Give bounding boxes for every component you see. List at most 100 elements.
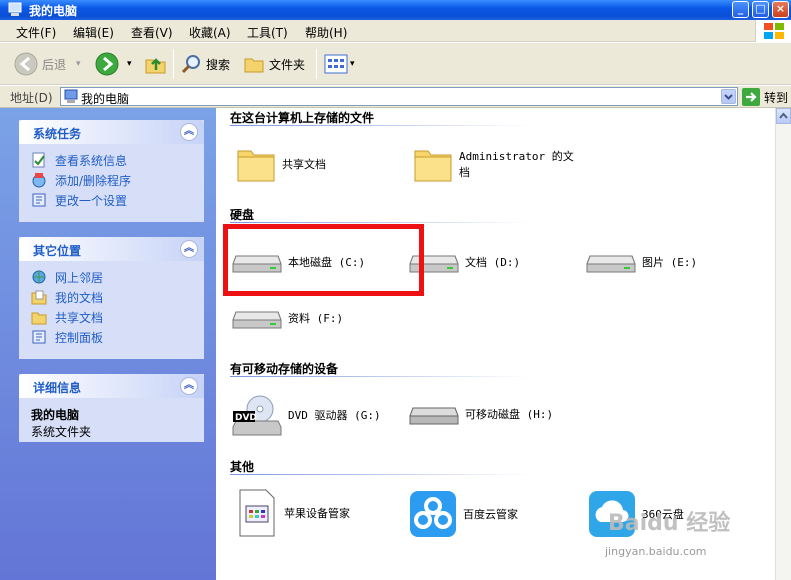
- folders-button[interactable]: 文件夹: [243, 51, 305, 77]
- details-subtitle: 系统文件夹: [31, 425, 92, 439]
- panel-title: 系统任务: [33, 127, 82, 141]
- place-my-documents[interactable]: 我的文档: [31, 287, 204, 307]
- task-pane: 系统任务 ︽ 查看系统信息 添加/删除程序 更改一个设置 其它位置 ︽ 网上邻居…: [0, 108, 216, 580]
- go-arrow-icon: [742, 88, 760, 106]
- apple-device-manager-icon: [239, 489, 275, 537]
- task-change-setting[interactable]: 更改一个设置: [31, 190, 204, 210]
- other-places-panel: 其它位置 ︽ 网上邻居 我的文档 共享文档 控制面板: [19, 237, 204, 359]
- baidu-cloud-item[interactable]: 百度云管家: [409, 490, 518, 538]
- control-panel-icon: [32, 193, 46, 207]
- hard-drive-icon: [586, 255, 636, 273]
- maximize-button[interactable]: □: [752, 1, 769, 18]
- collapse-chevron-icon[interactable]: ︽: [180, 123, 198, 141]
- panel-title: 详细信息: [33, 381, 82, 395]
- dvd-drive-icon: DVD: [232, 395, 282, 436]
- forward-dropdown-icon[interactable]: ▾: [127, 59, 132, 69]
- views-dropdown-icon[interactable]: ▾: [350, 59, 355, 69]
- drive-d-item[interactable]: 文档 (D:): [409, 248, 520, 276]
- dvd-drive-item[interactable]: DVD DVD 驱动器 (G:): [232, 393, 381, 437]
- removable-disk-item[interactable]: 可移动磁盘 (H:): [409, 400, 553, 428]
- section-title-hard-disks: 硬盘: [230, 208, 255, 222]
- menu-favorites[interactable]: 收藏(A): [189, 24, 231, 41]
- item-label: 文档 (D:): [465, 256, 521, 269]
- minimize-button[interactable]: _: [732, 1, 749, 18]
- item-label: DVD 驱动器 (G:): [288, 409, 381, 422]
- apple-device-manager-item[interactable]: 苹果设备管家: [236, 488, 350, 538]
- add-remove-programs-icon: [32, 173, 46, 188]
- folders-icon: [244, 58, 264, 73]
- folder-icon: [414, 150, 452, 182]
- collapse-chevron-icon[interactable]: ︽: [180, 377, 198, 395]
- back-button[interactable]: 后退 ▾: [14, 51, 81, 77]
- item-label: 共享文档: [282, 158, 326, 171]
- search-button[interactable]: 搜索: [180, 51, 230, 77]
- task-view-system-info[interactable]: 查看系统信息: [31, 150, 204, 170]
- menu-bar: 文件(F) 编辑(E) 查看(V) 收藏(A) 工具(T) 帮助(H): [0, 20, 791, 42]
- item-label: 可移动磁盘 (H:): [465, 408, 554, 421]
- vertical-scrollbar[interactable]: [775, 108, 791, 580]
- system-tasks-panel: 系统任务 ︽ 查看系统信息 添加/删除程序 更改一个设置: [19, 120, 204, 222]
- item-label: 苹果设备管家: [284, 507, 350, 520]
- details-panel: 详细信息 ︽ 我的电脑 系统文件夹: [19, 374, 204, 442]
- menu-help[interactable]: 帮助(H): [305, 24, 347, 41]
- shared-folder-icon: [31, 312, 47, 325]
- place-network[interactable]: 网上邻居: [31, 267, 204, 287]
- address-input[interactable]: 我的电脑: [60, 87, 738, 106]
- up-folder-icon: [145, 58, 166, 74]
- drive-e-item[interactable]: 图片 (E:): [586, 248, 697, 276]
- task-label: 更改一个设置: [55, 193, 128, 208]
- views-icon: [324, 54, 348, 74]
- network-places-icon: [32, 270, 46, 284]
- drive-f-item[interactable]: 资料 (F:): [232, 304, 343, 332]
- panel-title: 其它位置: [33, 244, 82, 258]
- place-label: 我的文档: [55, 290, 104, 305]
- my-computer-icon: [64, 89, 78, 103]
- place-label: 网上邻居: [55, 270, 104, 285]
- control-panel-icon: [32, 330, 46, 344]
- task-add-remove-programs[interactable]: 添加/删除程序: [31, 170, 204, 190]
- search-icon: [181, 55, 200, 74]
- place-label: 共享文档: [55, 310, 104, 325]
- address-label: 地址(D): [10, 91, 53, 105]
- collapse-chevron-icon[interactable]: ︽: [180, 240, 198, 258]
- menu-edit[interactable]: 编辑(E): [73, 24, 114, 41]
- task-label: 添加/删除程序: [55, 173, 132, 188]
- item-label: 图片 (E:): [642, 256, 698, 269]
- go-label: 转到: [764, 90, 789, 105]
- administrator-documents-item[interactable]: Administrator 的文档: [413, 145, 574, 183]
- details-name: 我的电脑: [31, 408, 80, 422]
- close-button[interactable]: ×: [772, 1, 789, 18]
- back-dropdown-icon[interactable]: ▾: [76, 59, 81, 69]
- watermark-url: jingyan.baidu.com: [605, 545, 707, 558]
- section-title-removable: 有可移动存储的设备: [230, 362, 339, 376]
- back-arrow-icon: [14, 52, 38, 76]
- address-dropdown-icon[interactable]: [721, 89, 736, 104]
- up-folder-button[interactable]: [144, 51, 168, 77]
- removable-disk-icon: [409, 407, 459, 425]
- windows-logo-icon: [755, 20, 791, 42]
- place-label: 控制面板: [55, 330, 104, 345]
- forward-button[interactable]: ▾: [95, 51, 132, 77]
- svg-text:DVD: DVD: [235, 413, 257, 423]
- my-documents-icon: [31, 290, 47, 305]
- task-label: 查看系统信息: [55, 153, 128, 168]
- go-button[interactable]: 转到: [742, 88, 788, 106]
- baidu-cloud-icon: [410, 491, 456, 537]
- menu-tools[interactable]: 工具(T): [247, 24, 288, 41]
- scroll-up-button[interactable]: [776, 108, 791, 124]
- details-header[interactable]: 详细信息 ︽: [19, 374, 204, 398]
- shared-documents-item[interactable]: 共享文档: [236, 145, 326, 183]
- hard-drive-icon: [232, 311, 282, 329]
- section-title-stored-files: 在这台计算机上存储的文件: [230, 111, 375, 125]
- back-label: 后退: [42, 57, 67, 72]
- forward-arrow-icon: [95, 52, 119, 76]
- place-control-panel[interactable]: 控制面板: [31, 327, 204, 347]
- menu-view[interactable]: 查看(V): [131, 24, 173, 41]
- system-tasks-header[interactable]: 系统任务 ︽: [19, 120, 204, 144]
- menu-file[interactable]: 文件(F): [16, 24, 56, 41]
- window-title: 我的电脑: [29, 4, 78, 18]
- place-shared-documents[interactable]: 共享文档: [31, 307, 204, 327]
- section-title-other: 其他: [230, 460, 255, 474]
- other-places-header[interactable]: 其它位置 ︽: [19, 237, 204, 261]
- views-button[interactable]: ▾: [324, 51, 355, 77]
